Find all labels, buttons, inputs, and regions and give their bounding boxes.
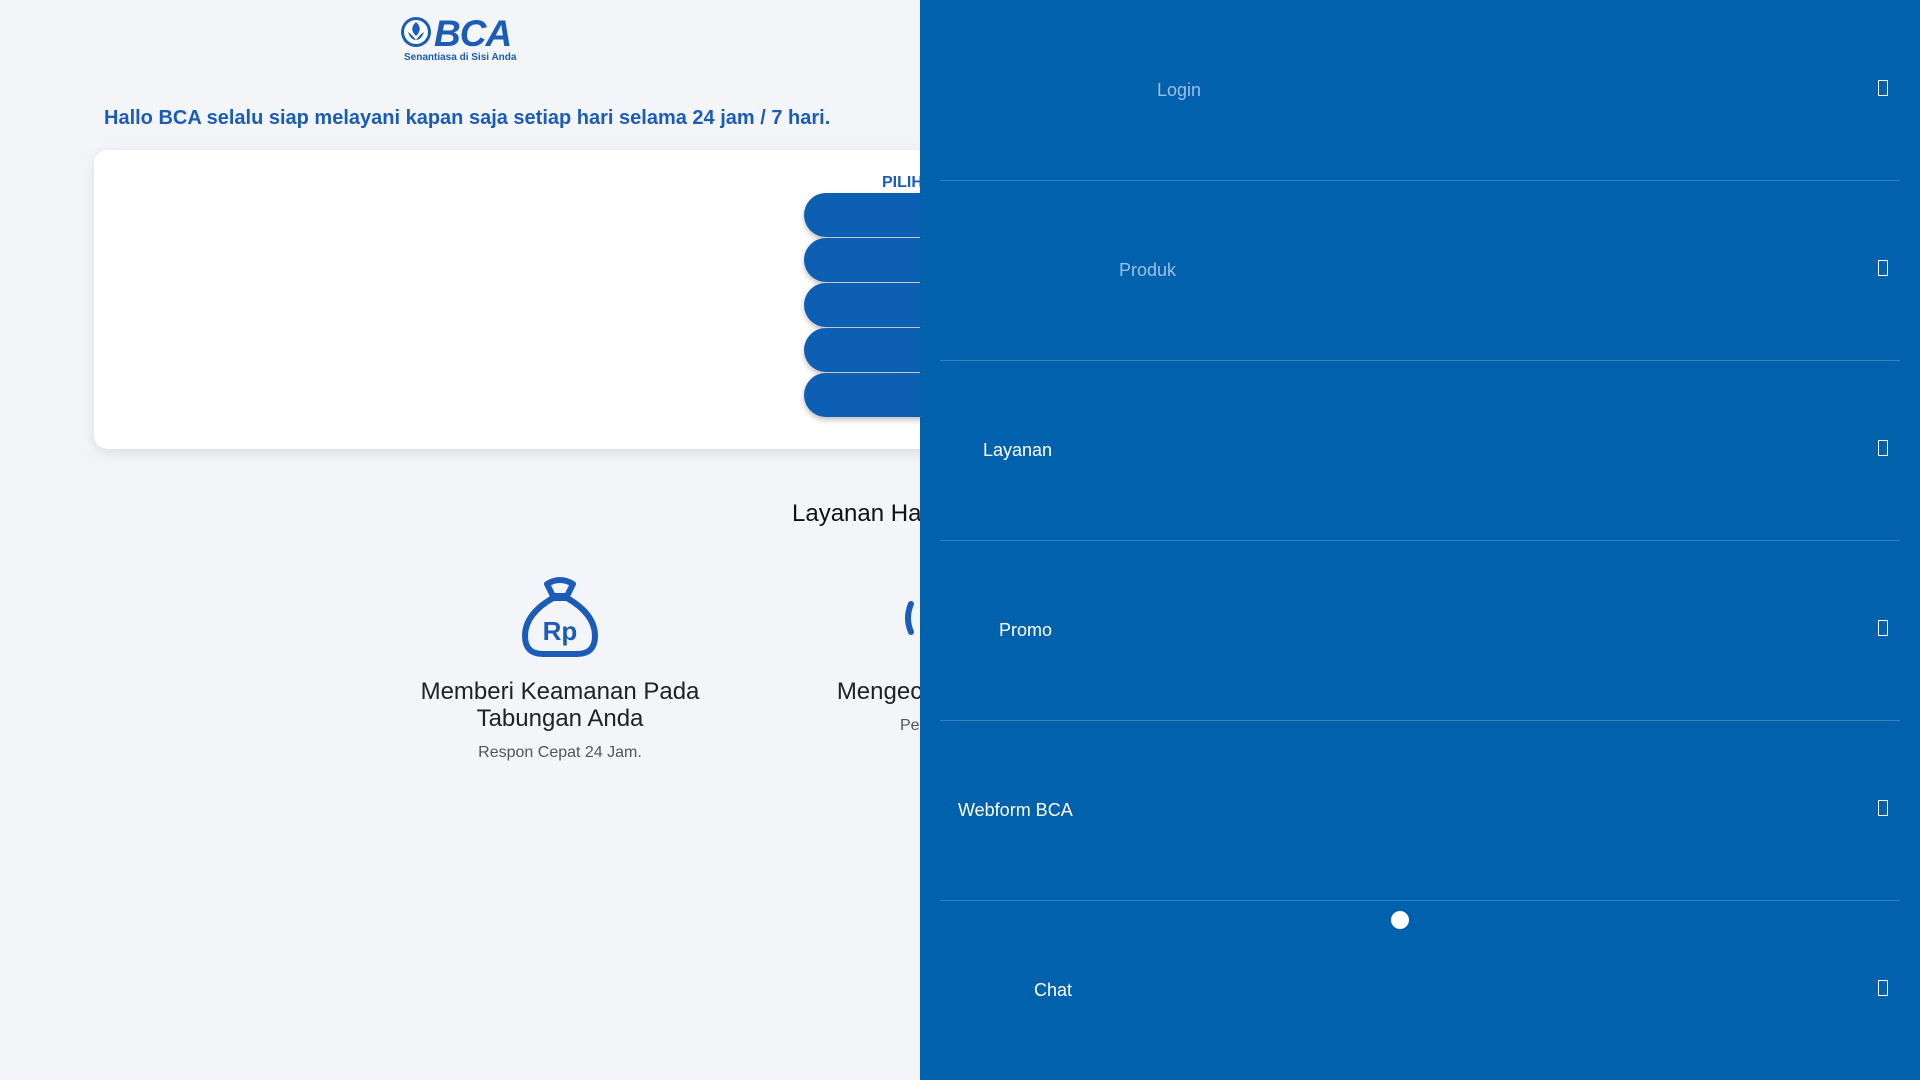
- drawer-item-produk[interactable]: Produk: [940, 180, 1900, 361]
- chevron-right-icon: [1878, 260, 1888, 276]
- bca-logo-icon: [401, 17, 431, 47]
- money-bag-icon: Rp: [522, 577, 598, 657]
- bca-tagline: Senantiasa di Sisi Anda: [404, 52, 517, 63]
- bca-logo-wordmark: BCA: [434, 13, 512, 54]
- feature-description: Respon Cepat 24 Jam.: [478, 744, 642, 761]
- chevron-right-icon: [1878, 620, 1888, 636]
- drawer-item-chat[interactable]: Chat: [940, 900, 1900, 1080]
- drag-handle-dot[interactable]: [1391, 911, 1409, 929]
- drawer-item-label: Chat: [1034, 980, 1073, 1000]
- drawer-item-label: Webform BCA: [958, 800, 1073, 820]
- drawer-item-login[interactable]: Login: [940, 0, 1900, 181]
- menu-card-title: PILIH: [882, 174, 923, 191]
- svg-text:Rp: Rp: [543, 616, 578, 646]
- drawer-item-label: Produk: [1119, 260, 1177, 280]
- chevron-right-icon: [1878, 980, 1888, 996]
- features-section-title: Layanan Ha: [792, 500, 922, 527]
- chevron-right-icon: [1878, 80, 1888, 96]
- chevron-right-icon: [1878, 800, 1888, 816]
- bca-logo[interactable]: BCA Senantiasa di Sisi Anda: [400, 14, 516, 66]
- feature-title: Memberi Keamanan Pada Tabungan Anda: [420, 678, 700, 732]
- side-drawer: Login Produk Layanan Promo Webform BCA C…: [920, 0, 1920, 1080]
- feature-item: Rp Memberi Keamanan Pada Tabungan Anda R…: [410, 574, 710, 762]
- drawer-item-label: Layanan: [983, 440, 1053, 460]
- drawer-item-layanan[interactable]: Layanan: [940, 360, 1900, 541]
- drawer-item-webform[interactable]: Webform BCA: [940, 720, 1900, 901]
- drawer-item-label: Promo: [999, 620, 1053, 640]
- drawer-item-promo[interactable]: Promo: [940, 540, 1900, 721]
- chevron-right-icon: [1878, 440, 1888, 456]
- greeting-text: Hallo BCA selalu siap melayani kapan saj…: [104, 107, 831, 129]
- drawer-item-label: Login: [1157, 80, 1202, 100]
